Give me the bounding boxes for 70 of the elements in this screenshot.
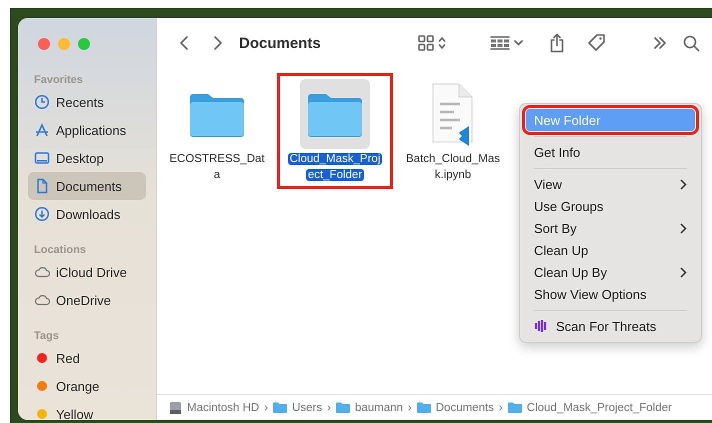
back-button[interactable]: [179, 35, 189, 51]
menu-item[interactable]: View: [526, 173, 695, 195]
file-item[interactable]: ECOSTRESS_Dat a: [159, 73, 275, 189]
compass-icon: [34, 122, 50, 138]
folder-icon: [306, 91, 364, 137]
path-item[interactable]: Cloud_Mask_Project_Folder: [508, 402, 672, 414]
forward-button[interactable]: [213, 35, 223, 51]
monitor-icon: [34, 150, 50, 166]
path-separator: ›: [327, 402, 331, 414]
folder-icon: [508, 402, 522, 413]
cloud-icon: [34, 292, 50, 308]
folder-icon: [273, 402, 288, 413]
sidebar-item[interactable]: OneDrive: [28, 286, 146, 314]
path-item[interactable]: Documents: [416, 402, 494, 414]
section-heading: Tags: [33, 329, 59, 344]
file-item[interactable]: Batch_Cloud_Mas k.ipynb: [395, 73, 511, 189]
path-separator: ›: [408, 402, 412, 414]
path-item[interactable]: Macintosh HD: [169, 400, 260, 414]
download-icon: [34, 206, 50, 222]
view-button[interactable]: [418, 35, 446, 51]
path-separator: ›: [264, 402, 268, 414]
sidebar-item[interactable]: Applications: [28, 116, 146, 144]
chevron-right-icon: [680, 266, 687, 278]
share-button[interactable]: [549, 33, 565, 53]
sidebar-item[interactable]: Red: [28, 344, 146, 372]
sidebar-item[interactable]: Yellow: [28, 400, 146, 420]
chevron-right-icon: [680, 222, 687, 234]
share-icon: [549, 33, 565, 53]
path-item[interactable]: baumann: [336, 402, 403, 414]
path-item[interactable]: Users: [273, 402, 322, 414]
file-name[interactable]: Cloud_Mask_Proj ect_Folder: [288, 151, 382, 183]
folder-icon: [416, 402, 431, 413]
tag-icon: [587, 33, 607, 53]
menu-item[interactable]: Sort By: [526, 217, 695, 239]
double-chevron-icon: [653, 36, 667, 50]
group-icon: [490, 36, 510, 50]
section-heading: Locations: [33, 243, 86, 258]
menu-item[interactable]: Clean Up: [526, 239, 695, 261]
section-heading: Favorites: [33, 73, 83, 88]
menu-item[interactable]: Scan For Threats: [526, 315, 695, 337]
file-name[interactable]: ECOSTRESS_Dat a: [169, 151, 265, 183]
menu-item[interactable]: Use Groups: [526, 195, 695, 217]
chevron-right-icon: [680, 178, 687, 190]
sidebar-item[interactable]: Recents: [28, 88, 146, 116]
sidebar-item[interactable]: Documents: [28, 172, 146, 200]
sidebar-item[interactable]: Desktop: [28, 144, 146, 172]
file-name[interactable]: Batch_Cloud_Mas k.ipynb: [406, 151, 500, 183]
path-separator: ›: [498, 402, 503, 414]
grid-icon: [418, 35, 434, 51]
back-icon: [179, 35, 189, 51]
search-button[interactable]: [683, 34, 700, 52]
tag-button[interactable]: [587, 33, 607, 53]
clock-icon: [34, 94, 50, 110]
sidebar-item[interactable]: iCloud Drive: [28, 258, 146, 286]
menu-item[interactable]: Get Info: [526, 141, 695, 163]
more-button[interactable]: [653, 36, 667, 50]
group-button[interactable]: [490, 36, 523, 50]
sidebar-item[interactable]: Orange: [28, 372, 146, 400]
menu-item[interactable]: Show View Options: [526, 283, 695, 305]
menu-item[interactable]: Clean Up By: [526, 261, 695, 283]
folder-icon: [188, 91, 246, 137]
search-icon: [683, 34, 700, 52]
updown-icon: [438, 36, 446, 50]
waveform-icon: [534, 319, 548, 333]
forward-icon: [213, 35, 223, 51]
folder-icon: [336, 402, 350, 413]
window-title: Documents: [239, 34, 321, 52]
cloud-icon: [34, 264, 50, 280]
sidebar-item[interactable]: Downloads: [28, 200, 146, 228]
chevron-down-icon: [514, 40, 523, 46]
